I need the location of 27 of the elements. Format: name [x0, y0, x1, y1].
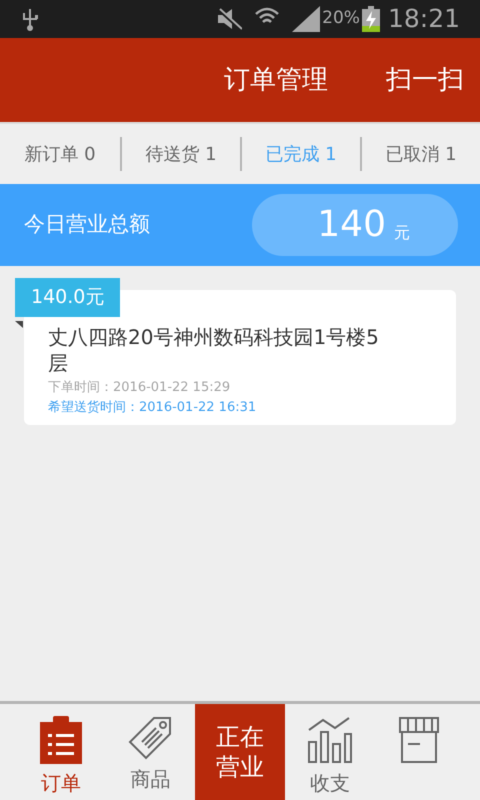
mute-icon [216, 7, 242, 31]
battery-percent: 20% [322, 7, 360, 30]
signal-icon [292, 6, 320, 32]
usb-icon [20, 7, 40, 31]
summary-label: 今日营业总额 [24, 211, 151, 238]
order-tab[interactable]: 新订单 0 [0, 140, 120, 168]
clipboard-icon [40, 716, 82, 764]
delivery-time: 希望送货时间：2016-01-22 16:31 [48, 398, 258, 416]
nav-tab[interactable]: 商品 [106, 704, 195, 800]
store-icon [398, 716, 440, 764]
scan-button[interactable]: 扫一扫 [386, 60, 464, 100]
tag-icon [128, 716, 172, 760]
tag-fold-icon [15, 321, 23, 328]
order-tab[interactable]: 待送货 1 [122, 140, 240, 168]
clock: 18:21 [388, 3, 460, 36]
order-time: 下单时间：2016-01-22 15:29 [48, 379, 232, 397]
page-title: 订单管理 [224, 64, 328, 96]
chart-icon [306, 716, 353, 764]
nav-tab[interactable]: 订单 [16, 704, 106, 800]
order-tab[interactable]: 已取消 1 [362, 140, 480, 168]
price-tag: 140.0元 [15, 278, 120, 316]
battery-charging-icon [362, 6, 380, 32]
nav-tab[interactable]: 收支 [285, 704, 374, 800]
amount-unit: 元 [394, 222, 410, 244]
delivery-address: 丈八四路20号神州数码科技园1号楼5层 [48, 324, 380, 376]
business-status-button[interactable]: 正在营业 [195, 704, 285, 800]
amount-value: 140 [317, 203, 386, 247]
